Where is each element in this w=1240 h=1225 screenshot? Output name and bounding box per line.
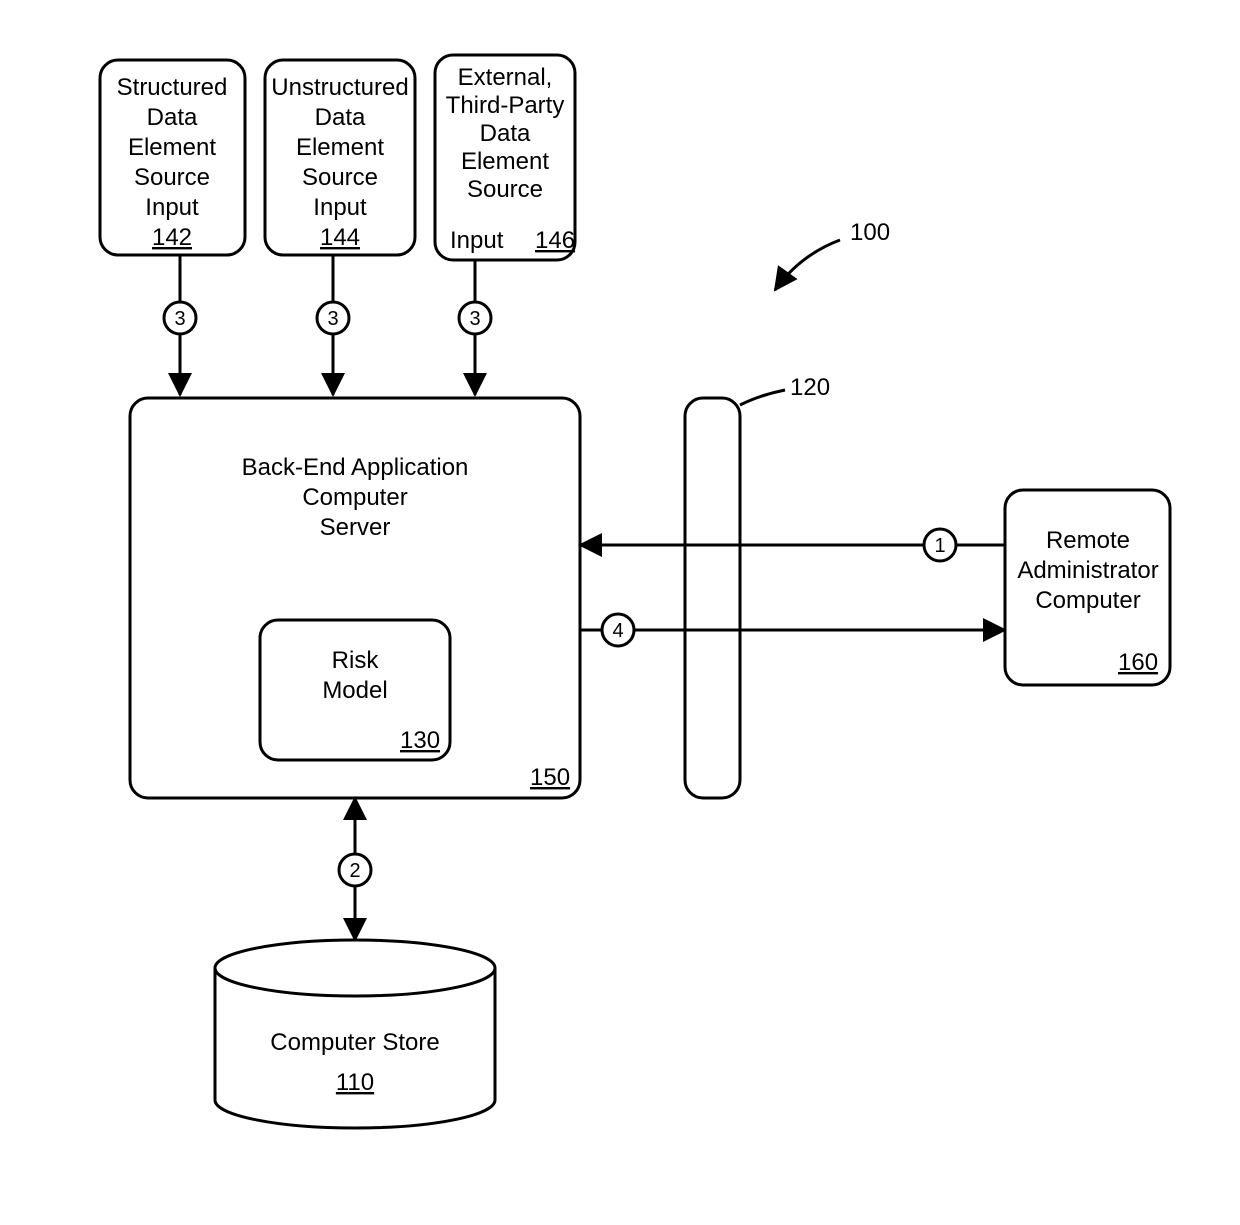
- arrow-server-to-remote: 4: [580, 614, 1005, 646]
- risk-l1: Risk: [332, 647, 380, 674]
- store-ref: 110: [336, 1069, 374, 1096]
- unstructured-l3: Element: [296, 134, 384, 161]
- structured-l3: Element: [128, 134, 216, 161]
- arrow-external-to-server: 3: [459, 260, 491, 395]
- remote-ref: 160: [1118, 649, 1158, 676]
- unstructured-ref: 144: [320, 224, 360, 251]
- external-l1: External,: [458, 64, 553, 91]
- unstructured-l4: Source: [302, 164, 378, 191]
- server-l2: Computer: [302, 484, 407, 511]
- flowlabel-to-remote: 4: [612, 620, 623, 642]
- arrow-remote-to-server: 1: [580, 529, 1005, 561]
- remote-l3: Computer: [1035, 587, 1140, 614]
- diagram-ref-100: 100: [850, 219, 890, 246]
- box-remote-admin: Remote Administrator Computer 160: [1005, 490, 1170, 685]
- box-external-input: External, Third-Party Data Element Sourc…: [435, 55, 575, 260]
- box-unstructured-input: Unstructured Data Element Source Input 1…: [265, 60, 415, 255]
- structured-l2: Data: [147, 104, 198, 131]
- flowlabel-external: 3: [469, 308, 480, 330]
- structured-ref: 142: [152, 224, 192, 251]
- unstructured-l1: Unstructured: [271, 74, 408, 101]
- unstructured-l5: Input: [313, 194, 367, 221]
- external-l3: Data: [480, 120, 531, 147]
- server-l1: Back-End Application: [242, 454, 469, 481]
- server-l3: Server: [320, 514, 391, 541]
- firewall-ref: 120: [790, 374, 830, 401]
- unstructured-l2: Data: [315, 104, 366, 131]
- firewall-bar: 120: [685, 374, 830, 798]
- external-l6: Input: [450, 227, 504, 254]
- external-l4: Element: [461, 148, 549, 175]
- box-risk-model: Risk Model 130: [260, 620, 450, 760]
- arrow-server-store: 2: [339, 798, 371, 940]
- flowlabel-store: 2: [349, 860, 360, 882]
- external-ref: 146: [535, 227, 575, 254]
- leader-100: 100: [775, 219, 890, 290]
- cylinder-computer-store: Computer Store 110: [215, 940, 495, 1128]
- external-l2: Third-Party: [446, 92, 565, 119]
- risk-ref: 130: [400, 727, 440, 754]
- structured-l1: Structured: [117, 74, 228, 101]
- structured-l5: Input: [145, 194, 199, 221]
- box-structured-input: Structured Data Element Source Input 142: [100, 60, 245, 255]
- flowlabel-unstructured: 3: [327, 308, 338, 330]
- box-backend-server: Back-End Application Computer Server 150…: [130, 398, 580, 798]
- structured-l4: Source: [134, 164, 210, 191]
- arrow-structured-to-server: 3: [164, 255, 196, 395]
- store-l1: Computer Store: [270, 1029, 439, 1056]
- arrow-unstructured-to-server: 3: [317, 255, 349, 395]
- external-l5: Source: [467, 176, 543, 203]
- flowlabel-from-remote: 1: [934, 535, 945, 557]
- remote-l2: Administrator: [1017, 557, 1158, 584]
- server-ref: 150: [530, 764, 570, 791]
- flowlabel-structured: 3: [174, 308, 185, 330]
- remote-l1: Remote: [1046, 527, 1130, 554]
- risk-l2: Model: [322, 677, 387, 704]
